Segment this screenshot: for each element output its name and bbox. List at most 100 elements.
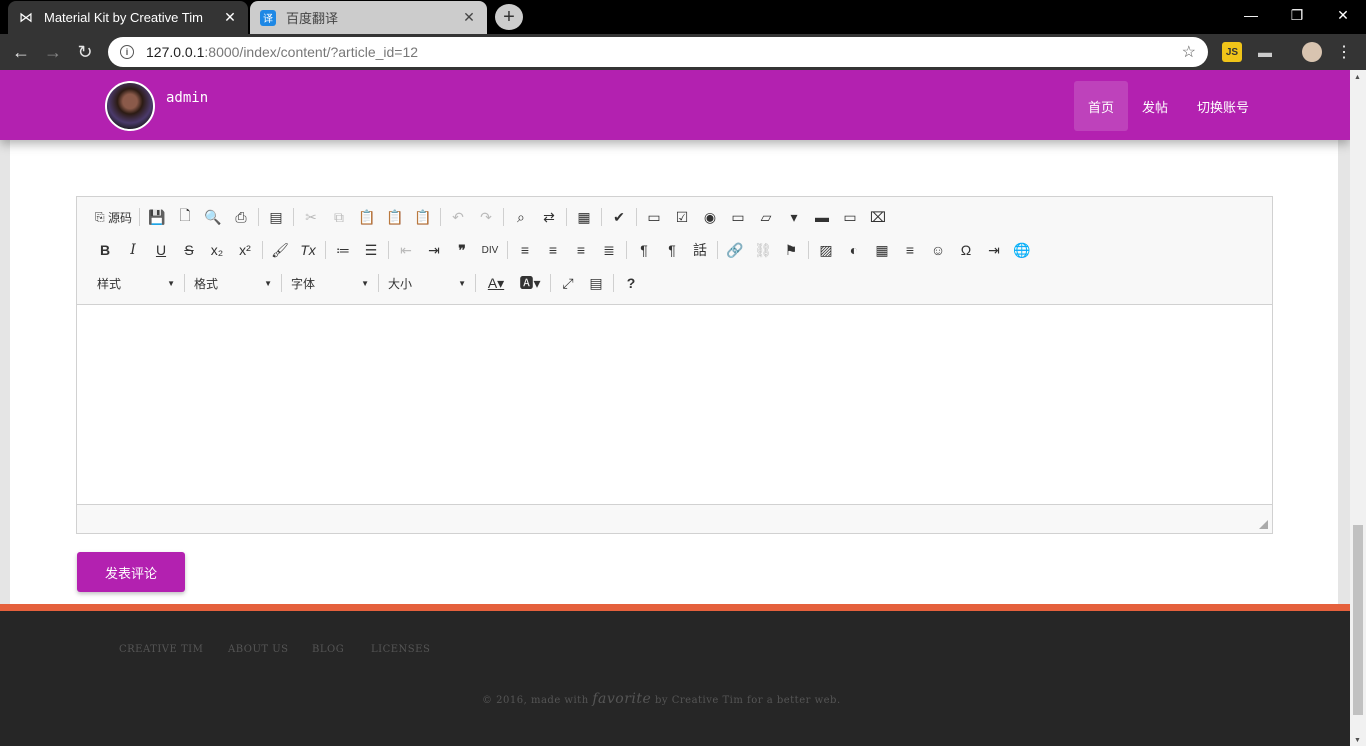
align-left-icon[interactable]: ≡ (511, 237, 539, 263)
replace-icon[interactable]: ⇄ (535, 204, 563, 230)
justify-icon[interactable]: ≣ (595, 237, 623, 263)
nav-switch-account[interactable]: 切换账号 (1183, 81, 1263, 131)
editor-content-area[interactable] (77, 305, 1272, 505)
footer-link-licenses[interactable]: LICENSES (371, 644, 430, 655)
smiley-icon[interactable]: ☺ (924, 237, 952, 263)
footer-link-creative-tim[interactable]: CREATIVE TIM (119, 644, 203, 655)
subscript-icon[interactable]: x₂ (203, 237, 231, 263)
textfield-icon[interactable]: ▭ (724, 204, 752, 230)
style-dropdown[interactable]: 样式 ▼ (91, 271, 181, 295)
copy-icon[interactable]: ⧉ (325, 204, 353, 230)
preview-icon[interactable]: 🔍 (199, 204, 227, 230)
paste-text-icon[interactable]: 📋 (381, 204, 409, 230)
cut-icon[interactable]: ✂ (297, 204, 325, 230)
folder-extension-icon[interactable]: ▬ (1255, 42, 1275, 62)
nav-home[interactable]: 首页 (1074, 81, 1129, 131)
radio-icon[interactable]: ◉ (696, 204, 724, 230)
resize-handle-icon[interactable] (1259, 520, 1268, 529)
new-tab-button[interactable]: + (495, 4, 523, 30)
footer-link-about-us[interactable]: ABOUT US (228, 644, 289, 655)
profile-avatar-icon[interactable] (1302, 42, 1322, 62)
italic-icon[interactable]: I (119, 237, 147, 263)
iframe-globe-icon[interactable]: 🌐 (1008, 237, 1036, 263)
format-dropdown[interactable]: 格式 ▼ (188, 271, 278, 295)
special-char-icon[interactable]: Ω (952, 237, 980, 263)
horizontal-rule-icon[interactable]: ≡ (896, 237, 924, 263)
remove-format-icon[interactable]: Tx (294, 237, 322, 263)
menu-kebab-icon[interactable]: ⋮ (1334, 42, 1354, 62)
underline-icon[interactable]: U (147, 237, 175, 263)
form-icon[interactable]: ▭ (640, 204, 668, 230)
reload-icon[interactable]: ↻ (72, 39, 98, 65)
scrollbar-thumb[interactable] (1353, 525, 1363, 715)
find-icon[interactable]: ⌕ (507, 204, 535, 230)
image-button-icon[interactable]: ▭ (836, 204, 864, 230)
font-dropdown[interactable]: 字体 ▼ (285, 271, 375, 295)
unlink-icon[interactable]: ⛓ (749, 237, 777, 263)
strikethrough-icon[interactable]: S (175, 237, 203, 263)
page-scrollbar[interactable]: ▲ ▼ (1350, 70, 1366, 746)
rtl-icon[interactable]: ¶ (658, 237, 686, 263)
paste-icon[interactable]: 📋 (353, 204, 381, 230)
copy-format-icon[interactable]: 🖌 (266, 237, 294, 263)
tab-material-kit[interactable]: ⋈ Material Kit by Creative Tim ✕ (8, 1, 248, 34)
spellcheck-icon[interactable]: ✔ (605, 204, 633, 230)
hidden-field-icon[interactable]: ⌧ (864, 204, 892, 230)
image-icon[interactable]: ▨ (812, 237, 840, 263)
outdent-icon[interactable]: ⇤ (392, 237, 420, 263)
table-icon[interactable]: ▦ (868, 237, 896, 263)
info-icon[interactable]: i (120, 45, 134, 59)
redo-icon[interactable]: ↷ (472, 204, 500, 230)
footer-link-blog[interactable]: BLOG (312, 644, 344, 655)
tab-baidu-translate[interactable]: 译 百度翻译 ✕ (250, 1, 487, 34)
print-icon[interactable]: ⎙ (227, 204, 255, 230)
align-right-icon[interactable]: ≡ (567, 237, 595, 263)
minimize-icon[interactable]: — (1228, 0, 1274, 30)
js-extension-icon[interactable]: JS (1222, 42, 1242, 62)
avatar[interactable] (105, 81, 155, 131)
size-dropdown[interactable]: 大小 ▼ (382, 271, 472, 295)
select-field-icon[interactable]: ▾ (780, 204, 808, 230)
show-blocks-icon[interactable]: ▤ (582, 270, 610, 296)
close-tab-icon[interactable]: ✕ (222, 9, 238, 26)
anchor-flag-icon[interactable]: ⚑ (777, 237, 805, 263)
blockquote-icon[interactable]: ❞ (448, 237, 476, 263)
ltr-icon[interactable]: ¶ (630, 237, 658, 263)
maximize-icon[interactable]: ⤢ (554, 270, 582, 296)
background-color-icon[interactable]: 🅰▾ (513, 270, 547, 296)
save-icon[interactable]: 💾 (143, 204, 171, 230)
bold-icon[interactable]: B (91, 237, 119, 263)
close-tab-icon[interactable]: ✕ (461, 9, 477, 26)
submit-comment-button[interactable]: 发表评论 (77, 552, 185, 592)
address-bar[interactable]: i 127.0.0.1 :8000/index/content/?article… (108, 37, 1208, 67)
textarea-icon[interactable]: ▱ (752, 204, 780, 230)
indent-icon[interactable]: ⇥ (420, 237, 448, 263)
align-center-icon[interactable]: ≡ (539, 237, 567, 263)
link-icon[interactable]: 🔗 (721, 237, 749, 263)
scroll-down-icon[interactable]: ▼ (1354, 737, 1361, 744)
back-arrow-icon[interactable]: ← (8, 39, 34, 65)
help-icon[interactable]: ? (617, 270, 645, 296)
close-window-icon[interactable]: ✕ (1320, 0, 1366, 30)
bookmark-star-icon[interactable]: ☆ (1182, 42, 1196, 62)
nav-post[interactable]: 发帖 (1128, 81, 1182, 131)
templates-icon[interactable]: ▤ (262, 204, 290, 230)
page-break-icon[interactable]: ⇥ (980, 237, 1008, 263)
scroll-up-icon[interactable]: ▲ (1354, 74, 1361, 81)
button-field-icon[interactable]: ▬ (808, 204, 836, 230)
div-container-icon[interactable]: DIV (476, 237, 504, 263)
language-icon[interactable]: 話 (686, 237, 714, 263)
numbered-list-icon[interactable]: ≔ (329, 237, 357, 263)
forward-arrow-icon[interactable]: → (40, 39, 66, 65)
new-page-icon[interactable]: 🗋 (171, 204, 199, 230)
paste-word-icon[interactable]: 📋 (409, 204, 437, 230)
flash-icon[interactable]: ◐ (840, 237, 868, 263)
select-all-icon[interactable]: ▦ (570, 204, 598, 230)
username[interactable]: admin (166, 90, 208, 106)
source-button[interactable]: ⎘ 源码 (91, 204, 136, 230)
superscript-icon[interactable]: x² (231, 237, 259, 263)
text-color-icon[interactable]: A▾ (479, 270, 513, 296)
restore-icon[interactable]: ❐ (1274, 0, 1320, 30)
undo-icon[interactable]: ↶ (444, 204, 472, 230)
checkbox-icon[interactable]: ☑ (668, 204, 696, 230)
